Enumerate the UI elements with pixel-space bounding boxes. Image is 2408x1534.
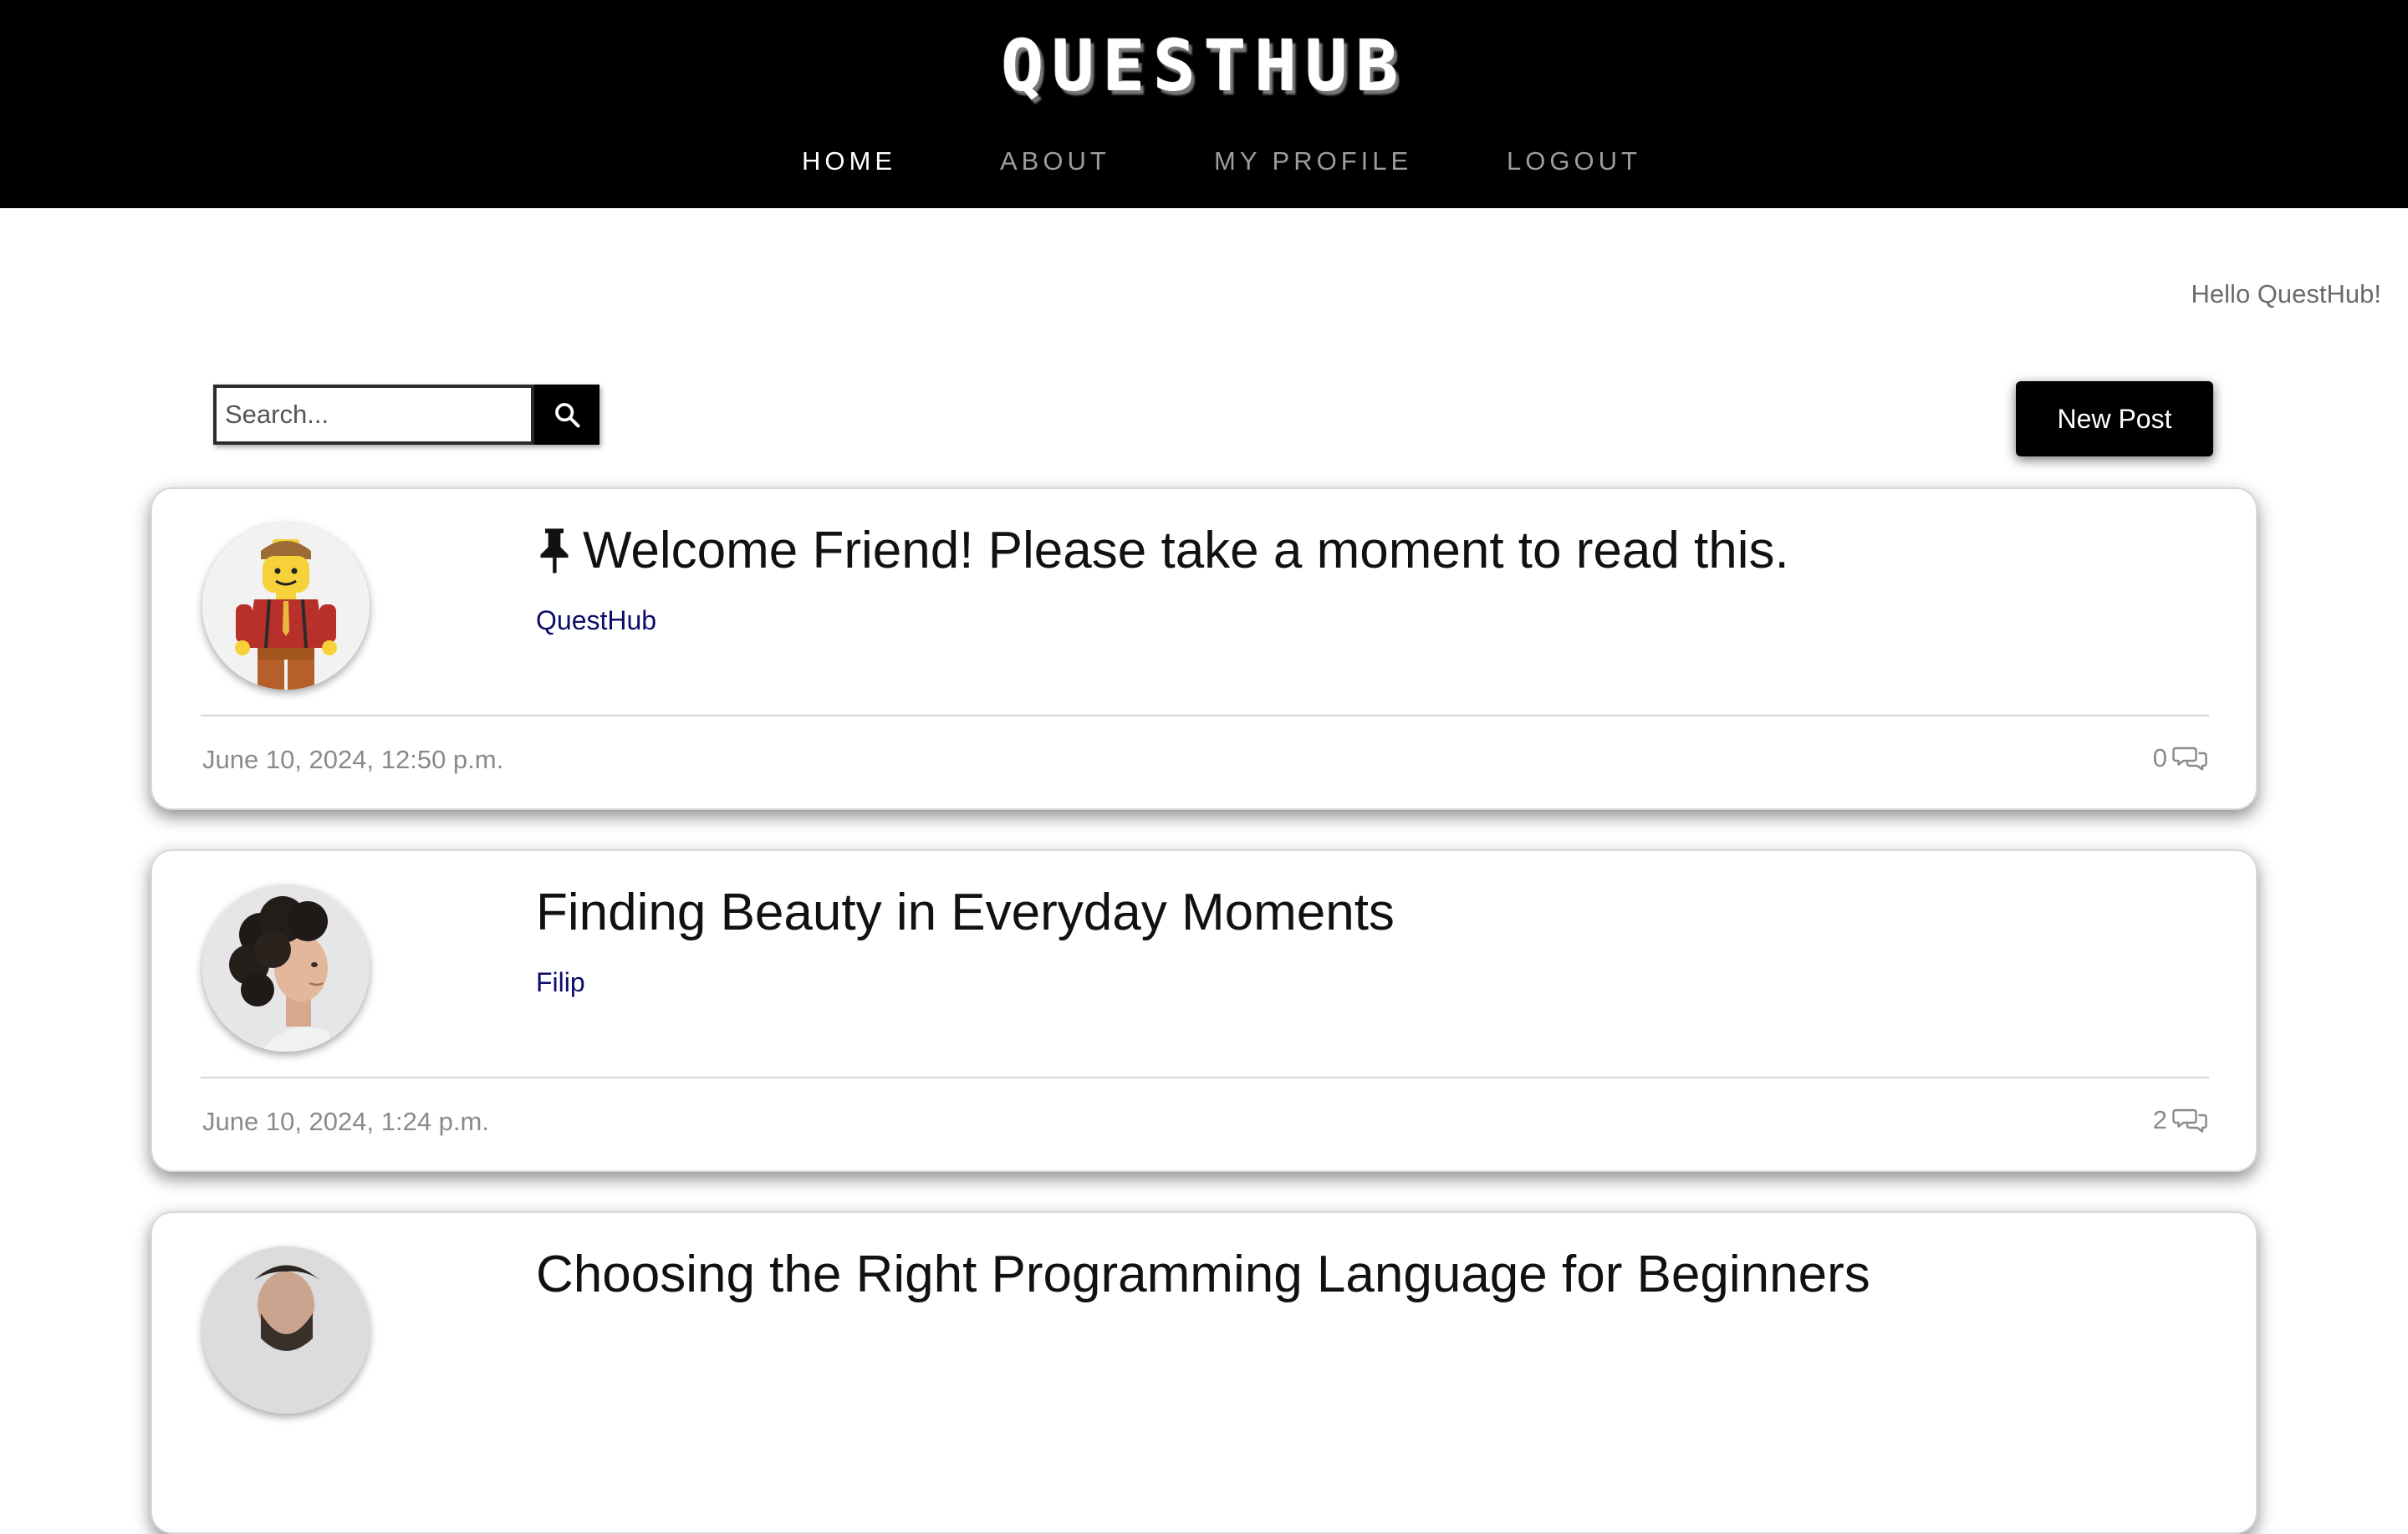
new-post-button[interactable]: New Post — [2016, 381, 2213, 456]
nav-logout[interactable]: LOGOUT — [1507, 146, 1641, 176]
post-title[interactable]: Welcome Friend! Please take a moment to … — [536, 521, 1789, 580]
comment-count[interactable]: 2 — [2153, 1105, 2207, 1135]
post-date: June 10, 2024, 12:50 p.m. — [202, 745, 504, 774]
post-card[interactable]: Choosing the Right Programming Language … — [150, 1211, 2258, 1534]
card-divider — [201, 715, 2209, 716]
post-date: June 10, 2024, 1:24 p.m. — [202, 1107, 489, 1136]
comment-count-value: 0 — [2152, 743, 2167, 772]
pin-icon — [536, 525, 576, 577]
search-button[interactable] — [534, 385, 599, 445]
greeting-text: Hello QuestHub! — [2191, 279, 2381, 308]
site-header: QUESTHUB HOME ABOUT MY PROFILE LOGOUT — [0, 0, 2408, 208]
comment-count-value: 2 — [2152, 1105, 2167, 1134]
comments-icon — [2172, 1108, 2207, 1133]
lego-figure-avatar[interactable] — [202, 522, 370, 690]
curly-hair-man-avatar[interactable] — [202, 884, 370, 1052]
search-icon — [555, 403, 580, 428]
post-card[interactable]: Finding Beauty in Everyday Moments Filip… — [150, 849, 2258, 1172]
post-title-text: Welcome Friend! Please take a moment to … — [583, 522, 1789, 579]
nav-home[interactable]: HOME — [802, 146, 896, 176]
post-title-text: Finding Beauty in Everyday Moments — [536, 884, 1395, 941]
author-link[interactable]: QuestHub — [536, 605, 656, 636]
search-bar — [213, 385, 599, 445]
main-nav: HOME ABOUT MY PROFILE LOGOUT — [0, 146, 2408, 180]
post-title[interactable]: Finding Beauty in Everyday Moments — [536, 883, 1395, 942]
site-logo[interactable]: QUESTHUB — [0, 25, 2408, 107]
post-card[interactable]: Welcome Friend! Please take a moment to … — [150, 487, 2258, 810]
comments-icon — [2172, 747, 2207, 771]
post-title[interactable]: Choosing the Right Programming Language … — [536, 1245, 1870, 1304]
search-input[interactable] — [213, 385, 534, 445]
comment-count[interactable]: 0 — [2153, 743, 2207, 773]
author-link[interactable]: Filip — [536, 967, 585, 998]
post-title-text: Choosing the Right Programming Language … — [536, 1246, 1870, 1303]
nav-about[interactable]: ABOUT — [1000, 146, 1110, 176]
bearded-man-avatar[interactable] — [202, 1246, 370, 1414]
nav-my-profile[interactable]: MY PROFILE — [1214, 146, 1412, 176]
card-divider — [201, 1077, 2209, 1078]
